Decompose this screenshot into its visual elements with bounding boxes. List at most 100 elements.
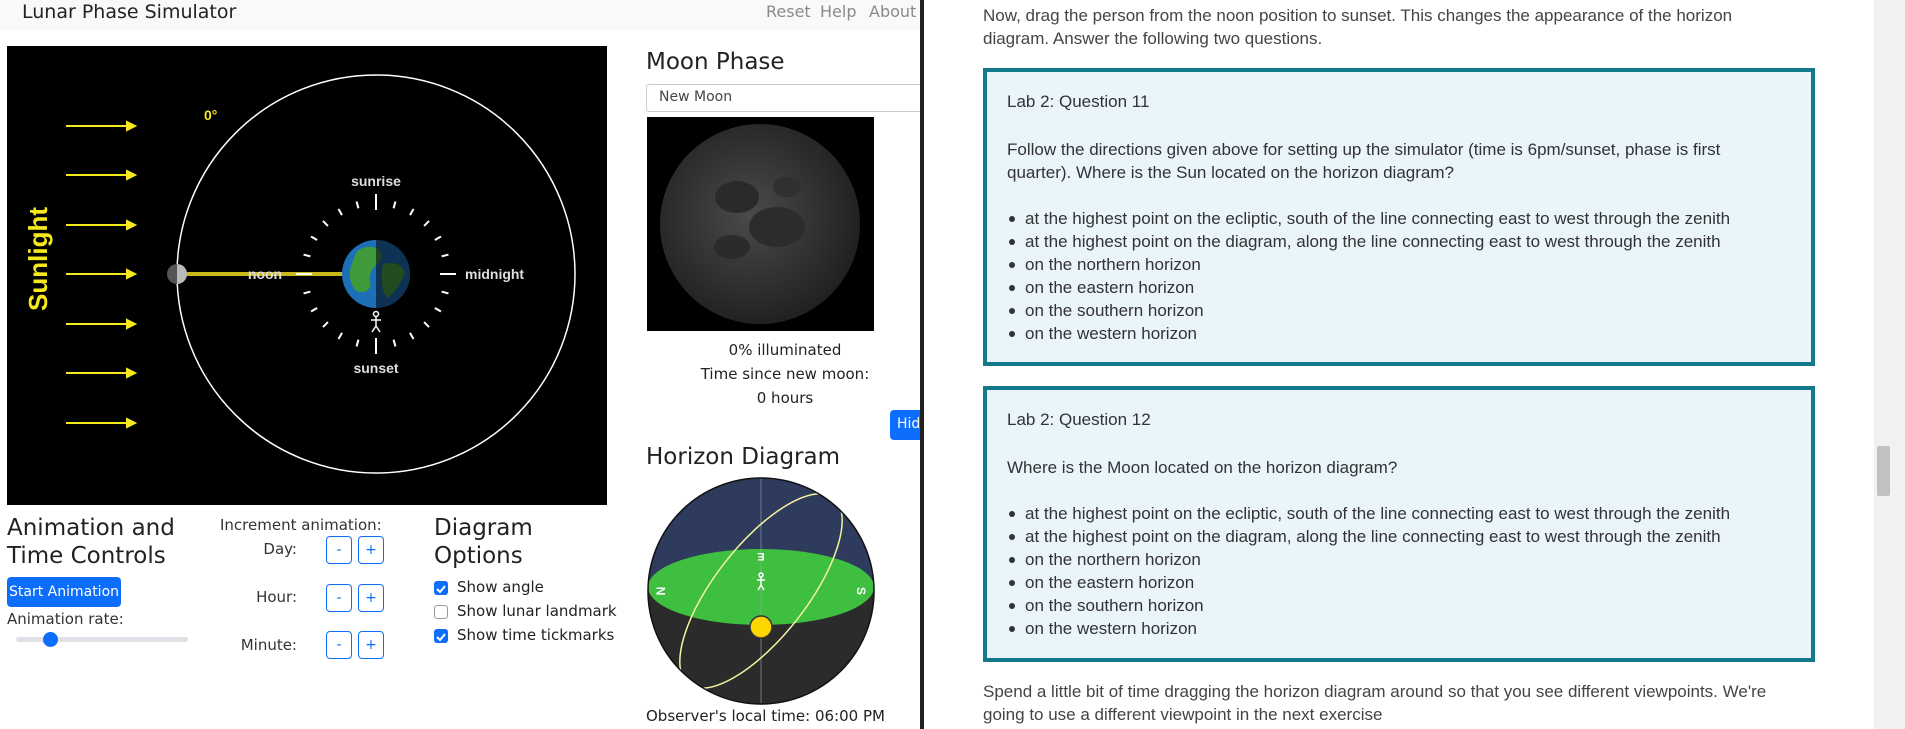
show-lunar-landmark-label: Show lunar landmark [457, 602, 617, 620]
south-label: S [854, 587, 868, 595]
increment-animation-label: Increment animation: [220, 516, 382, 534]
question-11-option[interactable]: on the eastern horizon [1007, 276, 1807, 299]
question-11-option[interactable]: at the highest point on the diagram, alo… [1007, 230, 1807, 253]
question-12-text: Where is the Moon located on the horizon… [1007, 458, 1398, 477]
time-tickmark [337, 208, 343, 216]
question-12-option[interactable]: on the eastern horizon [1007, 571, 1807, 594]
horizon-diagram-heading: Horizon Diagram [646, 444, 840, 470]
question-12-options: at the highest point on the ecliptic, so… [1007, 502, 1807, 640]
sunlight-label: Sunlight [23, 207, 53, 311]
moon-phase-heading: Moon Phase [646, 49, 785, 75]
minute-label: Minute: [240, 636, 297, 654]
time-tickmark [434, 235, 442, 241]
earth [342, 240, 410, 308]
time-tickmark [434, 307, 442, 313]
intro-paragraph: Now, drag the person from the noon posit… [983, 6, 1733, 48]
hour-minus-button[interactable]: - [326, 584, 352, 612]
question-11-title: Lab 2: Question 11 [1007, 92, 1150, 111]
time-tickmark [423, 321, 430, 328]
time-since-new-moon-value: 0 hours [756, 389, 814, 407]
time-tickmark [310, 235, 318, 241]
day-label: Day: [263, 540, 297, 558]
animation-heading-line1: Animation and [7, 515, 175, 541]
hour-plus-button[interactable]: + [358, 584, 384, 612]
time-tickmark [303, 290, 311, 295]
time-tickmark [409, 208, 415, 216]
animation-rate-label: Animation rate: [7, 610, 124, 628]
hide-button[interactable]: Hid [890, 410, 920, 440]
question-12-option[interactable]: on the western horizon [1007, 617, 1807, 640]
start-animation-button[interactable]: Start Animation [7, 577, 121, 607]
day-plus-button[interactable]: + [358, 536, 384, 564]
noon-label: noon [248, 266, 282, 282]
question-11-option[interactable]: at the highest point on the ecliptic, so… [1007, 207, 1807, 230]
moon-phase-select[interactable]: New Moon [646, 84, 920, 112]
question-11-option[interactable]: on the western horizon [1007, 322, 1807, 345]
diagram-options-heading-line2: Options [434, 543, 523, 569]
question-11-option[interactable]: on the southern horizon [1007, 299, 1807, 322]
app-header: Lunar Phase Simulator Reset Help About [0, 0, 920, 30]
reset-link[interactable]: Reset [766, 2, 811, 21]
diagram-options-heading-line1: Diagram [434, 515, 533, 541]
time-tickmark [409, 332, 415, 340]
question-12-option[interactable]: on the southern horizon [1007, 594, 1807, 617]
lab-content: Now, drag the person from the noon posit… [924, 0, 1860, 729]
north-label: N [654, 587, 668, 596]
orbit-view[interactable]: Sunlight 0° sunrise noon midnight sunset [7, 46, 607, 505]
time-tickmark [441, 253, 449, 258]
app-title: Lunar Phase Simulator [22, 1, 237, 23]
question-11-box: Lab 2: Question 11 Follow the directions… [983, 68, 1815, 366]
show-time-tickmarks-label: Show time tickmarks [457, 626, 615, 644]
time-tickmark [303, 253, 311, 258]
time-tickmark [310, 307, 318, 313]
time-tickmark [322, 321, 329, 328]
hour-label: Hour: [256, 588, 297, 606]
question-11-text: Follow the directions given above for se… [1007, 140, 1721, 182]
angle-label: 0° [204, 107, 217, 123]
time-tickmark [441, 290, 449, 295]
day-minus-button[interactable]: - [326, 536, 352, 564]
question-12-title: Lab 2: Question 12 [1007, 410, 1151, 429]
observer-local-time: Observer's local time: 06:00 PM [646, 707, 885, 725]
observer-figure[interactable] [371, 310, 381, 333]
time-tickmark [392, 339, 397, 347]
question-12-box: Lab 2: Question 12 Where is the Moon loc… [983, 386, 1815, 662]
time-tickmark [355, 339, 360, 347]
question-12-option[interactable]: at the highest point on the diagram, alo… [1007, 525, 1807, 548]
animation-rate-track [16, 637, 188, 642]
minute-plus-button[interactable]: + [358, 631, 384, 659]
help-link[interactable]: Help [820, 2, 856, 21]
sun-marker-icon[interactable] [749, 615, 773, 639]
outro-paragraph: Spend a little bit of time dragging the … [983, 682, 1767, 724]
time-since-new-moon-label: Time since new moon: [700, 365, 870, 383]
lunar-phase-simulator: Lunar Phase Simulator Reset Help About S… [0, 0, 920, 729]
sunset-label: sunset [353, 360, 398, 376]
midnight-label: midnight [465, 266, 524, 282]
sunrise-label: sunrise [351, 173, 401, 189]
show-time-tickmarks-checkbox[interactable] [434, 629, 448, 643]
sunlight-arrows [66, 120, 138, 429]
question-11-option[interactable]: on the northern horizon [1007, 253, 1807, 276]
moon-marker[interactable] [167, 264, 187, 284]
animation-rate-slider[interactable] [43, 632, 59, 647]
time-tickmark [392, 201, 397, 209]
horizon-diagram[interactable]: N S E [645, 475, 877, 707]
time-tickmark [337, 332, 343, 340]
time-tickmark [355, 201, 360, 209]
illumination-percent: 0% illuminated [728, 341, 842, 359]
question-12-option[interactable]: on the northern horizon [1007, 548, 1807, 571]
zenith-direction-label: E [757, 550, 764, 562]
about-link[interactable]: About [869, 2, 916, 21]
minute-minus-button[interactable]: - [326, 631, 352, 659]
moon-phase-image [647, 117, 874, 331]
show-angle-checkbox[interactable] [434, 581, 448, 595]
page-scrollbar-thumb[interactable] [1877, 446, 1890, 496]
question-12-option[interactable]: at the highest point on the ecliptic, so… [1007, 502, 1807, 525]
show-lunar-landmark-checkbox[interactable] [434, 605, 448, 619]
question-11-options: at the highest point on the ecliptic, so… [1007, 207, 1807, 345]
time-tickmark [423, 220, 430, 227]
time-tickmark [322, 220, 329, 227]
orbit-diagram: Sunlight 0° sunrise noon midnight sunset [23, 74, 576, 474]
page-scrollbar[interactable] [1874, 0, 1905, 729]
animation-heading-line2: Time Controls [7, 543, 166, 569]
